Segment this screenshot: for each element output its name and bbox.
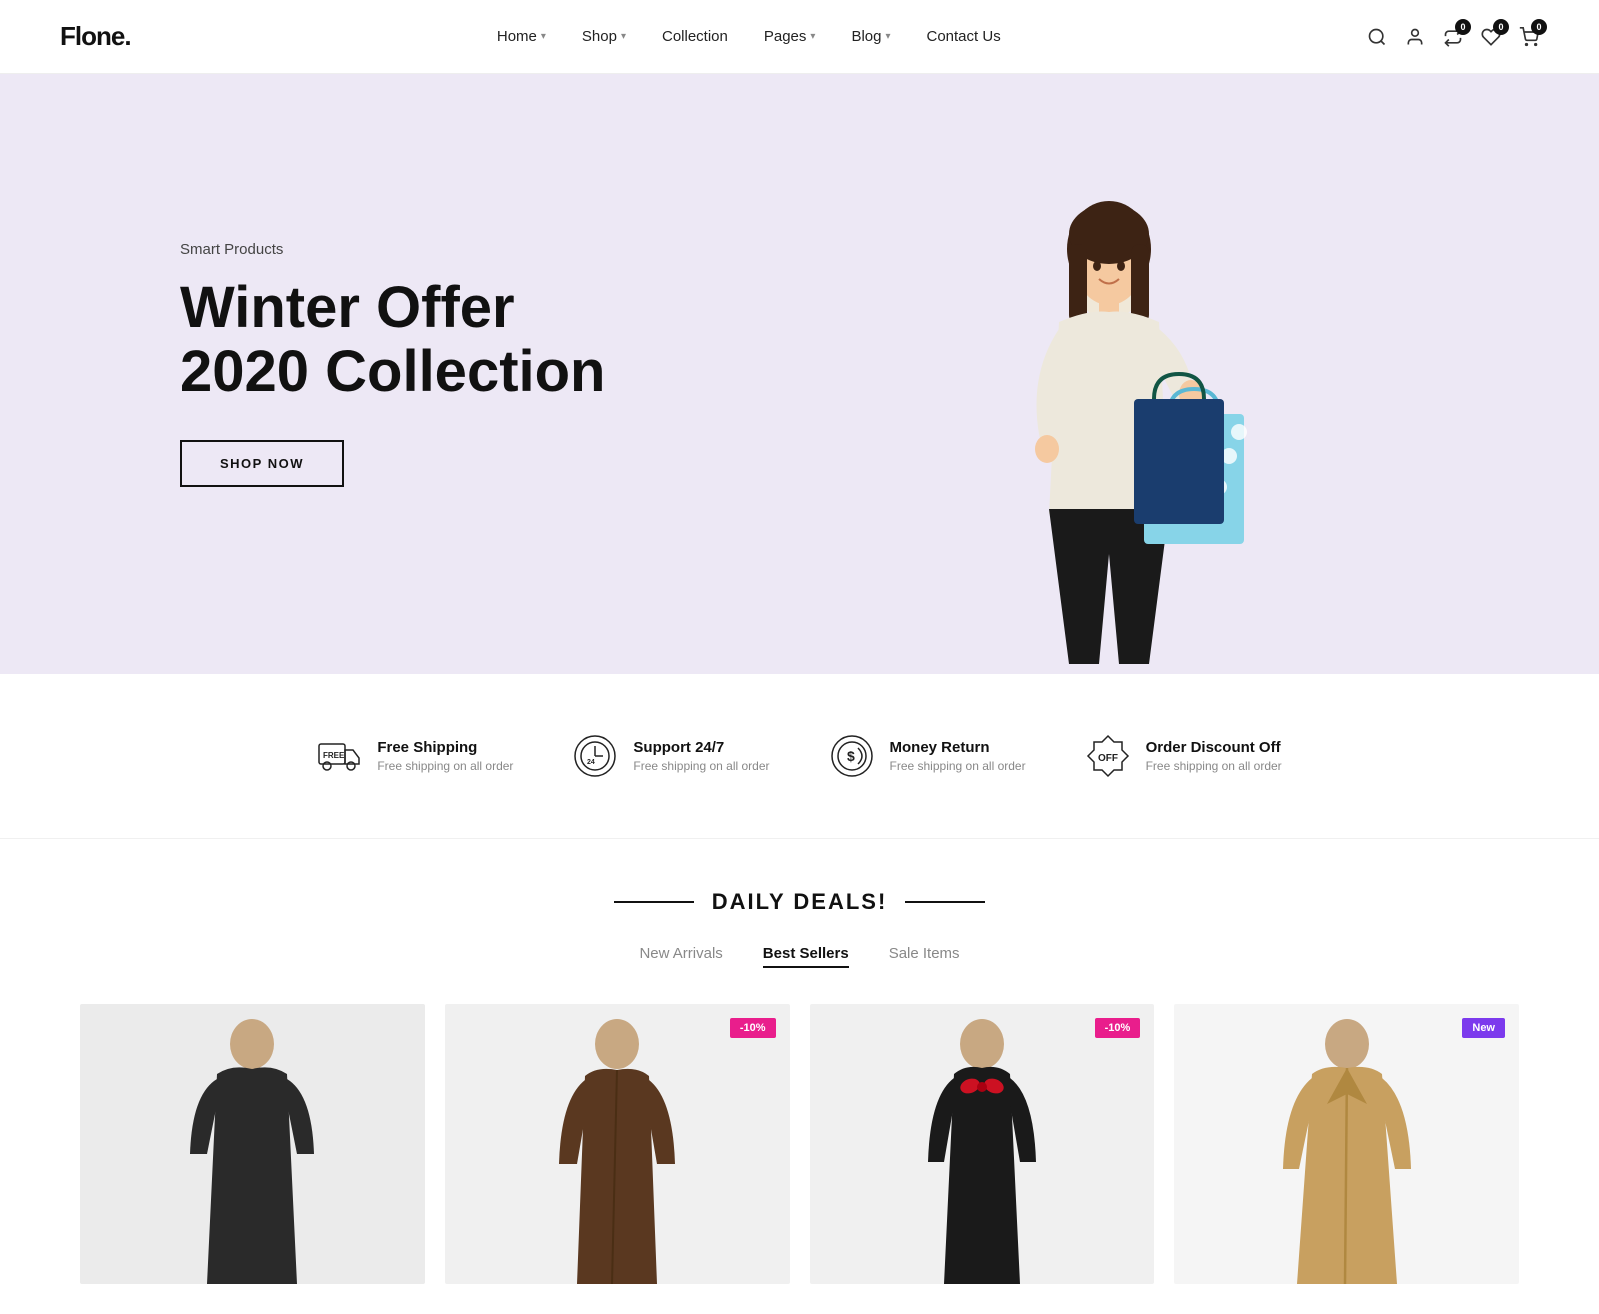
truck-icon: FREE bbox=[317, 734, 361, 778]
nav-arrow-shop: ▾ bbox=[621, 31, 626, 42]
product-card-3[interactable]: -10% bbox=[810, 1004, 1155, 1284]
product-card-4[interactable]: New bbox=[1174, 1004, 1519, 1284]
nav-arrow-home: ▾ bbox=[541, 31, 546, 42]
tab-sale-items[interactable]: Sale Items bbox=[889, 945, 960, 968]
feature-free-shipping-title: Free Shipping bbox=[377, 739, 513, 756]
feature-support: 24 Support 24/7 Free shipping on all ord… bbox=[573, 734, 769, 778]
feature-support-text: Support 24/7 Free shipping on all order bbox=[633, 739, 769, 773]
cart-icon[interactable]: 0 bbox=[1519, 27, 1539, 47]
feature-money-return-subtitle: Free shipping on all order bbox=[890, 759, 1026, 773]
feature-order-discount-subtitle: Free shipping on all order bbox=[1146, 759, 1282, 773]
nav-item-collection[interactable]: Collection bbox=[662, 28, 728, 45]
support-icon: 24 bbox=[573, 734, 617, 778]
compare-badge: 0 bbox=[1455, 19, 1471, 35]
feature-support-subtitle: Free shipping on all order bbox=[633, 759, 769, 773]
svg-text:OFF: OFF bbox=[1098, 753, 1118, 764]
product-badge-2: -10% bbox=[730, 1018, 776, 1038]
money-return-icon: $ bbox=[830, 734, 874, 778]
hero-image bbox=[800, 114, 1420, 674]
feature-free-shipping: FREE Free Shipping Free shipping on all … bbox=[317, 734, 513, 778]
tab-best-sellers[interactable]: Best Sellers bbox=[763, 945, 849, 968]
hero-subtitle: Smart Products bbox=[180, 241, 800, 258]
main-nav: Home▾ Shop▾ Collection Pages▾ Blog▾ Contact U… bbox=[497, 28, 1001, 45]
feature-money-return-title: Money Return bbox=[890, 739, 1026, 756]
features-section: FREE Free Shipping Free shipping on all … bbox=[0, 674, 1599, 839]
feature-free-shipping-subtitle: Free shipping on all order bbox=[377, 759, 513, 773]
shop-now-button[interactable]: SHOP NOW bbox=[180, 440, 344, 487]
nav-item-pages[interactable]: Pages▾ bbox=[764, 28, 816, 45]
product-badge-3: -10% bbox=[1095, 1018, 1141, 1038]
compare-icon[interactable]: 0 bbox=[1443, 27, 1463, 47]
user-icon[interactable] bbox=[1405, 27, 1425, 47]
logo[interactable]: Flone. bbox=[60, 21, 131, 52]
svg-text:$: $ bbox=[847, 748, 855, 764]
feature-money-return: $ Money Return Free shipping on all orde… bbox=[830, 734, 1026, 778]
hero-title: Winter Offer 2020 Collection bbox=[180, 276, 800, 404]
tab-new-arrivals[interactable]: New Arrivals bbox=[639, 945, 722, 968]
feature-free-shipping-text: Free Shipping Free shipping on all order bbox=[377, 739, 513, 773]
nav-arrow-pages: ▾ bbox=[810, 31, 815, 42]
tabs: New Arrivals Best Sellers Sale Items bbox=[60, 945, 1539, 968]
nav-arrow-blog: ▾ bbox=[885, 31, 890, 42]
svg-text:24: 24 bbox=[587, 759, 595, 766]
hero-content: Smart Products Winter Offer 2020 Collect… bbox=[180, 241, 800, 547]
search-icon[interactable] bbox=[1367, 27, 1387, 47]
wishlist-icon[interactable]: 0 bbox=[1481, 27, 1501, 47]
nav-item-blog[interactable]: Blog▾ bbox=[851, 28, 890, 45]
feature-order-discount-text: Order Discount Off Free shipping on all … bbox=[1146, 739, 1282, 773]
svg-text:FREE: FREE bbox=[323, 751, 345, 760]
product-grid: -10% -10% bbox=[60, 1004, 1539, 1284]
product-badge-4: New bbox=[1462, 1018, 1505, 1038]
product-card-1[interactable] bbox=[80, 1004, 425, 1284]
header: Flone. Home▾ Shop▾ Collection Pages▾ Blog▾ Co… bbox=[0, 0, 1599, 74]
header-icons: 0 0 0 bbox=[1367, 27, 1539, 47]
discount-icon: OFF bbox=[1086, 734, 1130, 778]
cart-badge: 0 bbox=[1531, 19, 1547, 35]
daily-deals-section: DAILY DEALS! New Arrivals Best Sellers S… bbox=[0, 839, 1599, 1314]
nav-item-home[interactable]: Home▾ bbox=[497, 28, 546, 45]
daily-deals-title: DAILY DEALS! bbox=[60, 889, 1539, 915]
hero-section: Smart Products Winter Offer 2020 Collect… bbox=[0, 74, 1599, 674]
feature-money-return-text: Money Return Free shipping on all order bbox=[890, 739, 1026, 773]
nav-item-shop[interactable]: Shop▾ bbox=[582, 28, 626, 45]
feature-order-discount-title: Order Discount Off bbox=[1146, 739, 1282, 756]
feature-order-discount: OFF Order Discount Off Free shipping on … bbox=[1086, 734, 1282, 778]
feature-support-title: Support 24/7 bbox=[633, 739, 769, 756]
nav-item-contact-us[interactable]: Contact Us bbox=[927, 28, 1001, 45]
wishlist-badge: 0 bbox=[1493, 19, 1509, 35]
product-card-2[interactable]: -10% bbox=[445, 1004, 790, 1284]
